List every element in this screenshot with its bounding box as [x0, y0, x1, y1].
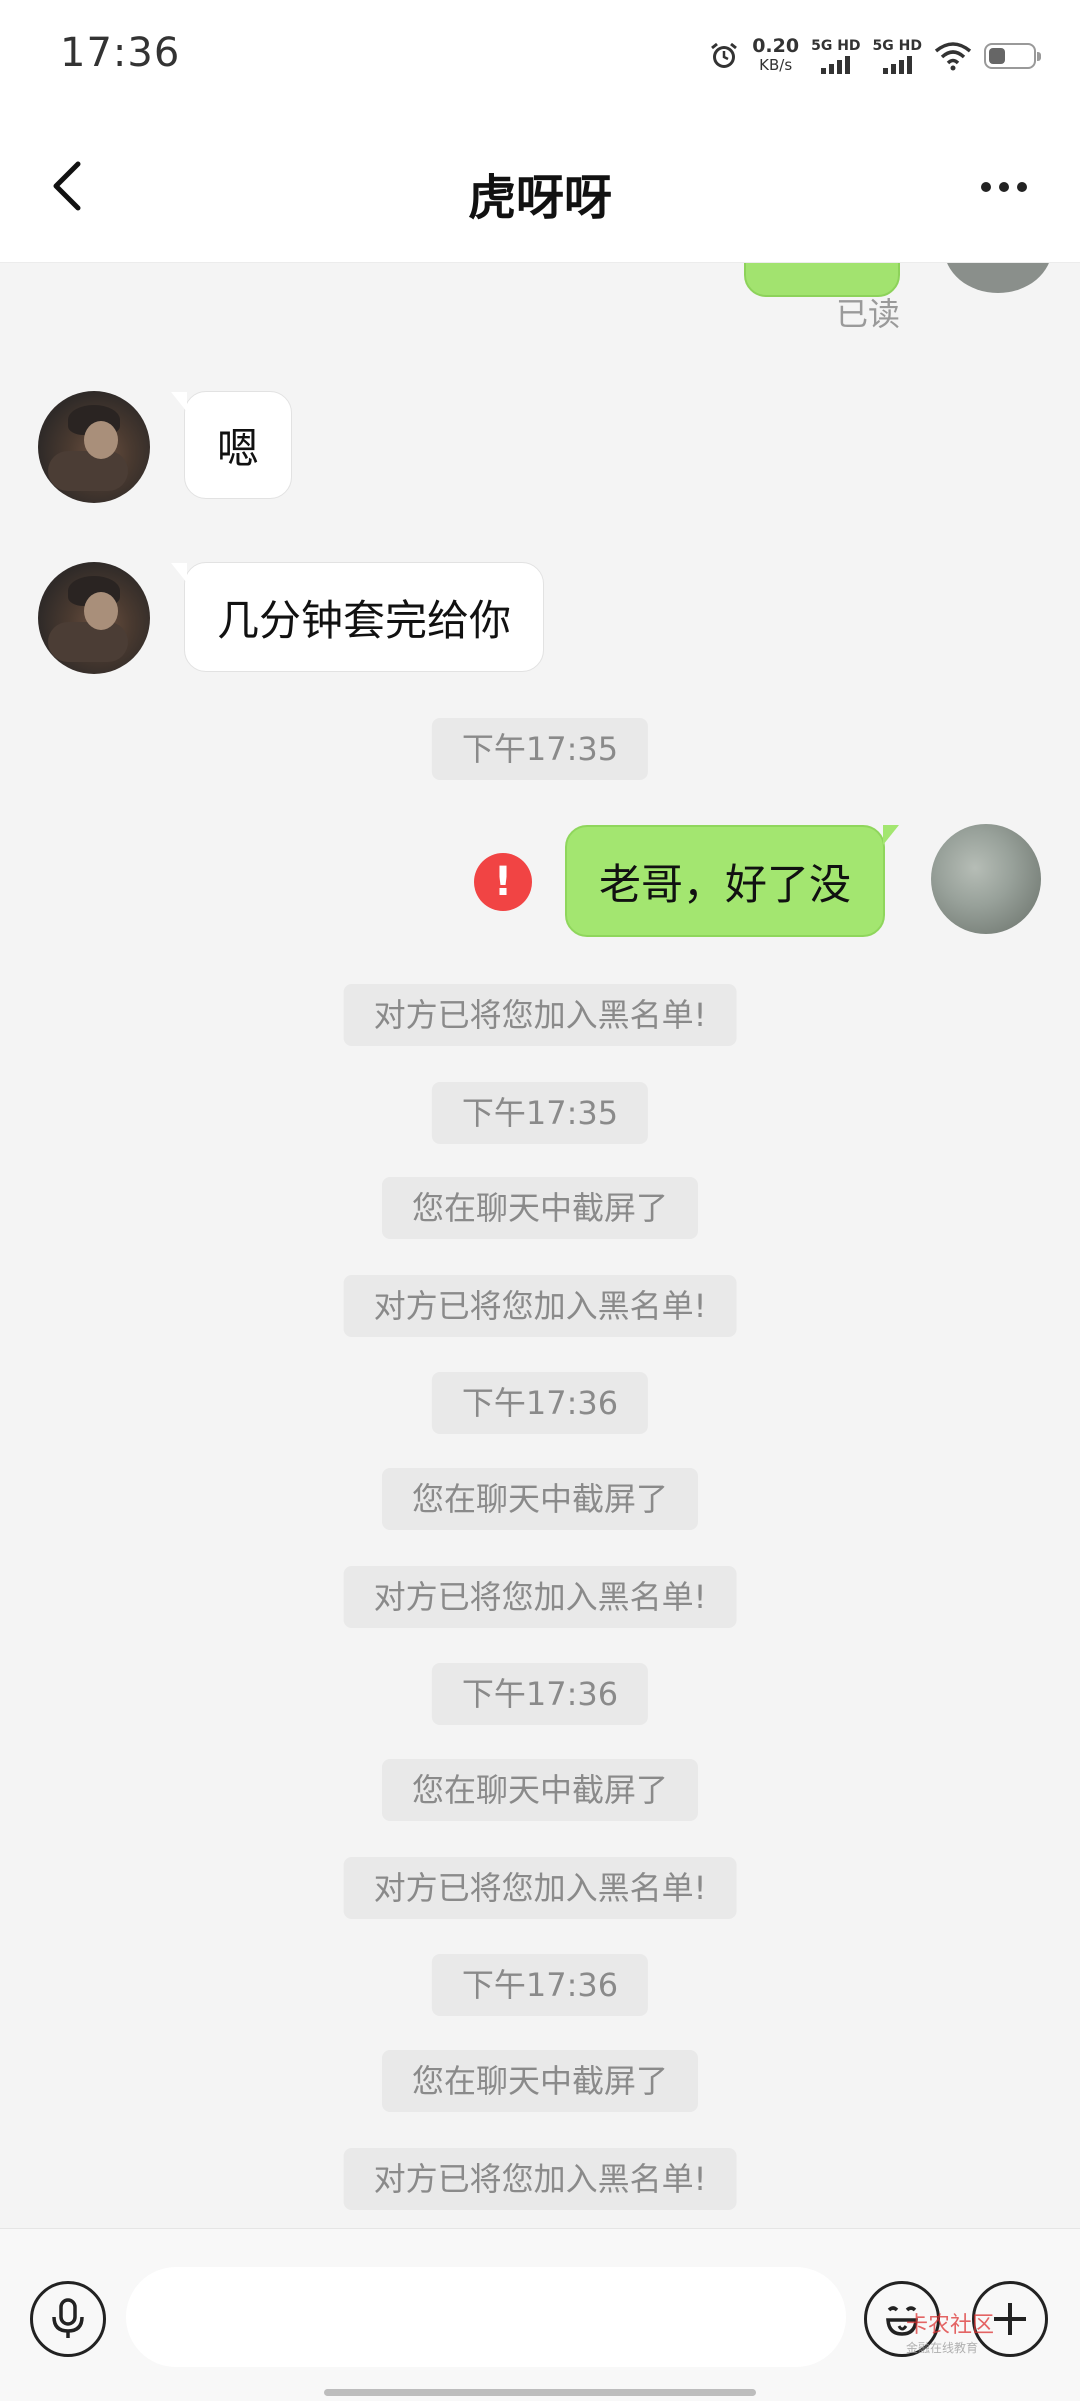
alarm-icon	[711, 42, 738, 68]
more-options-button[interactable]	[974, 164, 1034, 210]
system-notice: 对方已将您加入黑名单!	[343, 984, 737, 1046]
plus-icon	[994, 2303, 1026, 2335]
system-notice: 您在聊天中截屏了	[381, 1468, 699, 1530]
system-notice: 对方已将您加入黑名单!	[343, 1275, 737, 1337]
message-input[interactable]	[126, 2267, 846, 2367]
timestamp-label: 下午17:36	[431, 1954, 649, 2016]
system-notice: 您在聊天中截屏了	[381, 1759, 699, 1821]
home-indicator[interactable]	[324, 2389, 756, 2396]
watermark-subtext: 金融在线教育	[906, 2341, 979, 2355]
read-status: 已读	[836, 295, 901, 333]
timestamp-label: 下午17:35	[431, 1082, 649, 1144]
status-bar: 17:36 0.20 KB/s 5G HD 5G HD	[0, 0, 1080, 112]
watermark: 卡农社区 金融在线教育	[906, 2307, 994, 2356]
outgoing-message-bubble[interactable]: 老哥，好了没	[565, 825, 900, 937]
network-speed: 0.20 KB/s	[752, 37, 799, 75]
more-dot	[999, 182, 1009, 192]
more-dots-icon	[981, 182, 991, 192]
voice-input-button[interactable]	[30, 2281, 106, 2357]
contact-avatar[interactable]	[38, 562, 150, 674]
network-speed-value: 0.20	[752, 35, 800, 57]
input-bar: 卡农社区 金融在线教育	[0, 2228, 1080, 2401]
incoming-message-bubble[interactable]: 嗯	[170, 391, 293, 499]
timestamp-label: 下午17:36	[431, 1663, 649, 1725]
microphone-icon	[52, 2298, 84, 2338]
timestamp-label: 下午17:36	[431, 1372, 649, 1434]
sim2-signal: 5G HD	[873, 38, 922, 74]
watermark-text: 卡农社区	[906, 2313, 995, 2338]
system-notice: 对方已将您加入黑名单!	[343, 1566, 737, 1628]
status-time: 17:36	[60, 30, 181, 76]
contact-avatar[interactable]	[38, 391, 150, 503]
timestamp-label: 下午17:35	[431, 718, 649, 780]
error-exclamation-icon[interactable]: !	[474, 853, 532, 911]
status-icons: 0.20 KB/s 5G HD 5G HD	[708, 34, 1041, 78]
system-notice: 对方已将您加入黑名单!	[343, 2148, 737, 2210]
battery-icon	[984, 43, 1041, 69]
sim2-label: 5G HD	[872, 38, 922, 54]
network-speed-unit: KB/s	[759, 56, 793, 74]
signal-bars-icon	[882, 56, 912, 74]
page-title: 虎呀呀	[467, 170, 612, 226]
chat-header: 虎呀呀	[0, 112, 1080, 263]
sim1-label: 5G HD	[811, 38, 861, 54]
incoming-message-bubble[interactable]: 几分钟套完给你	[170, 562, 545, 672]
chat-message-list[interactable]: 已读 嗯 几分钟套完给你 下午17:35 ! 老哥，好了没 对方已将您加入黑名单…	[0, 263, 1080, 2228]
system-notice: 对方已将您加入黑名单!	[343, 1857, 737, 1919]
system-notice: 您在聊天中截屏了	[381, 1177, 699, 1239]
more-dot	[1017, 182, 1027, 192]
signal-bars-icon	[821, 56, 851, 74]
system-notice: 您在聊天中截屏了	[381, 2050, 699, 2112]
sim1-signal: 5G HD	[811, 38, 861, 74]
wifi-icon	[934, 42, 972, 71]
my-avatar[interactable]	[944, 263, 1052, 293]
my-avatar[interactable]	[931, 824, 1041, 934]
